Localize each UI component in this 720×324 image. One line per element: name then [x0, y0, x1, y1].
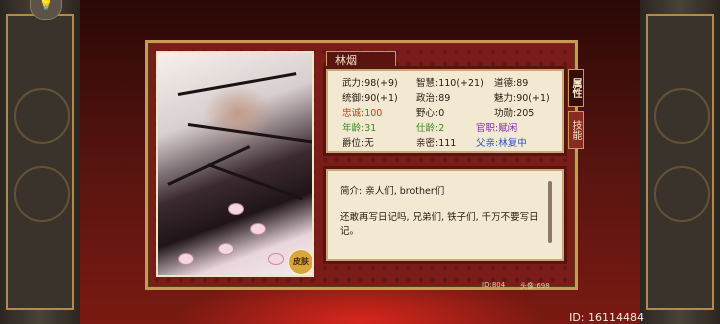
- stat-nianling: 年龄:31: [342, 123, 377, 134]
- stat-zhengzhi: 政治:89: [416, 93, 451, 104]
- description-intro: 简介: 亲人们, brother们: [340, 186, 445, 197]
- flower-decoration: [178, 253, 194, 265]
- flower-decoration: [250, 223, 266, 235]
- left-decor-panel: 💡: [0, 0, 80, 324]
- description-scrollbar[interactable]: [548, 181, 552, 243]
- flower-decoration: [268, 253, 284, 265]
- stat-qinmi: 亲密:111: [416, 138, 457, 149]
- attributes-panel: 武力:98(+9) 智慧:110(+21) 道德:89 统御:90(+1) 政治…: [326, 69, 564, 153]
- stat-meili: 魅力:90(+1): [494, 93, 550, 104]
- left-panel-frame: [6, 14, 74, 310]
- stat-yexin: 野心:0: [416, 108, 445, 119]
- stat-shiling: 仕龄:2: [416, 123, 445, 134]
- skin-badge[interactable]: 皮肤: [288, 249, 312, 275]
- dragon-emblem-icon: [654, 88, 710, 144]
- stat-wuli: 武力:98(+9): [342, 78, 398, 89]
- flower-decoration: [228, 203, 244, 215]
- stat-gongxun: 功勋:205: [494, 108, 535, 119]
- flower-decoration: [218, 243, 234, 255]
- stat-tongyu: 统御:90(+1): [342, 93, 398, 104]
- dragon-emblem-icon: [654, 166, 710, 222]
- character-name: 林烟: [326, 51, 396, 69]
- stat-zhihui: 智慧:110(+21): [416, 78, 484, 89]
- stat-jueewi: 爵位:无: [342, 138, 374, 149]
- character-portrait: 皮肤: [156, 51, 314, 277]
- right-panel-frame: [646, 14, 714, 310]
- stat-zhongcheng: 忠诚:100: [342, 108, 383, 119]
- description-body: 还敢再写日记吗, 兄弟们, 铁子们, 千万不要写日记。: [340, 212, 539, 237]
- tab-skills[interactable]: 技能: [568, 111, 584, 149]
- portrait-code: 头像:698: [520, 282, 550, 290]
- right-decor-panel: [640, 0, 720, 324]
- stat-fuqin[interactable]: 父亲:林复中: [476, 135, 527, 149]
- dragon-emblem-icon: [14, 88, 70, 144]
- description-panel: 简介: 亲人们, brother们 还敢再写日记吗, 兄弟们, 铁子们, 千万不…: [326, 169, 564, 261]
- portrait-detail: [207, 163, 303, 201]
- dragon-emblem-icon: [14, 166, 70, 222]
- portrait-detail: [177, 72, 297, 96]
- portrait-detail: [167, 145, 251, 186]
- player-id: ID: 16114484: [569, 311, 644, 324]
- id-code: ID:804: [482, 281, 506, 289]
- character-info-dialog: 皮肤 林烟 武力:98(+9) 智慧:110(+21) 道德:89 统御:90(…: [145, 40, 584, 290]
- tab-attributes[interactable]: 属性: [568, 69, 584, 107]
- stat-guanzhi: 官职:赋闲: [476, 123, 518, 134]
- stat-daode: 道德:89: [494, 78, 529, 89]
- portrait-detail: [187, 123, 312, 145]
